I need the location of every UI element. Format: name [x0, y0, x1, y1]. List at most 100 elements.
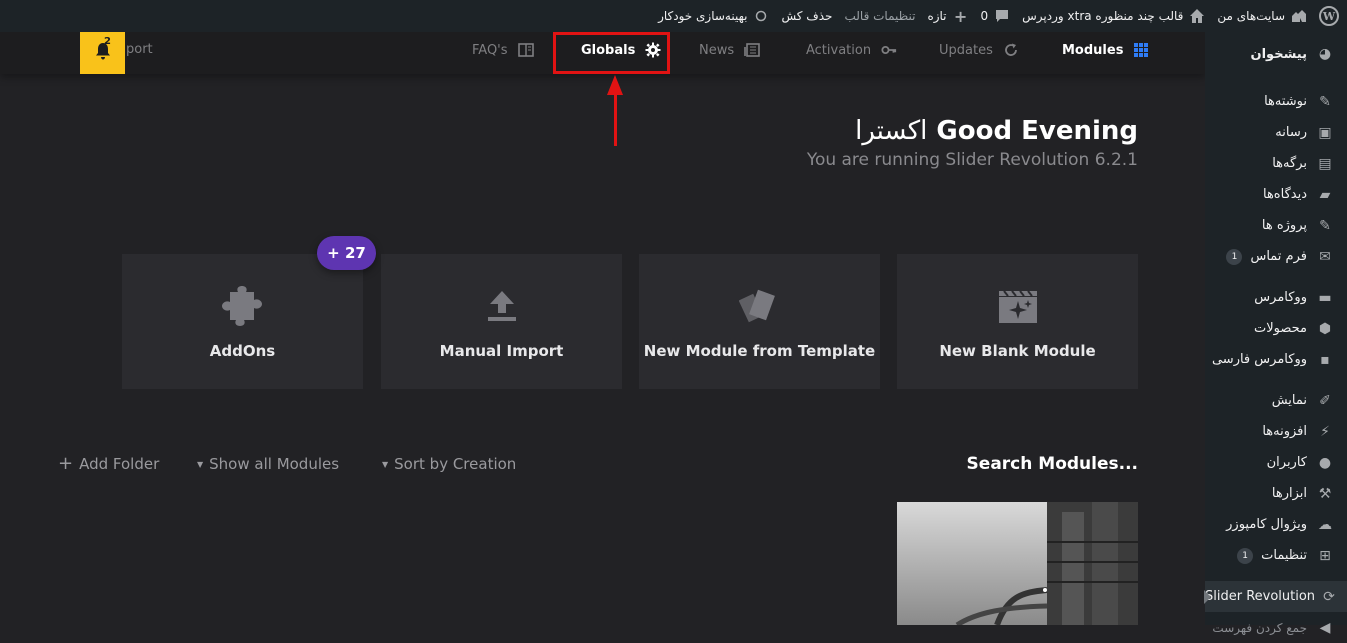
tab-news-label: News: [699, 42, 735, 58]
sidebar-item-label: افزونه‌ها: [1262, 424, 1307, 439]
sidebar-item-comments[interactable]: ▰ دیدگاه‌ها: [1205, 179, 1347, 210]
sidebar-item-tools[interactable]: ⚒ ابزارها: [1205, 478, 1347, 509]
sidebar-item-label: ووکامرس فارسی: [1211, 352, 1307, 367]
sidebar-item-products[interactable]: ⬢ محصولات: [1205, 313, 1347, 344]
page-icon: ▤: [1318, 155, 1332, 172]
site-name-item[interactable]: قالب چند منظوره xtra وردپرس: [1022, 8, 1205, 24]
user-icon: ●: [1318, 454, 1332, 471]
import-tab-fragment[interactable]: port: [126, 42, 153, 57]
addons-count-badge[interactable]: + 27: [317, 236, 376, 270]
purge-cache-item[interactable]: حذف کش: [781, 9, 832, 23]
sidebar-item-label: برگه‌ها: [1272, 156, 1307, 171]
sidebar-item-label: رسانه: [1275, 125, 1307, 140]
tab-news[interactable]: News: [699, 32, 760, 68]
greeting-text: Good Evening: [936, 116, 1138, 146]
sidebar-item-label: دیدگاه‌ها: [1262, 187, 1307, 202]
brush-icon: ✐: [1319, 392, 1331, 409]
blank-module-card[interactable]: New Blank Module: [897, 254, 1138, 389]
globals-highlight-box: [553, 32, 670, 74]
puzzle-icon: [221, 284, 265, 328]
new-content-label: تازه: [927, 9, 947, 23]
notifications-count: 2: [104, 36, 111, 47]
sidebar-item-label: ویژوال کامپوزر: [1226, 517, 1307, 532]
caret-down-icon: ▼: [197, 459, 204, 469]
tab-activation[interactable]: Activation: [806, 32, 897, 68]
wordpress-logo-icon: W: [1319, 6, 1339, 26]
circle-icon: [753, 8, 769, 24]
clapperboard-icon: [996, 284, 1040, 328]
sort-dropdown[interactable]: ▼ Sort by Creation: [382, 455, 516, 473]
settings-icon: ⊞: [1319, 547, 1331, 564]
show-all-dropdown[interactable]: ▼ Show all Modules: [197, 455, 339, 473]
sidebar-item-label: پیشخوان: [1250, 46, 1308, 62]
sidebar-item-label: نمایش: [1271, 393, 1307, 408]
theme-settings-label: تنظیمات قالب: [844, 9, 916, 23]
sidebar-item-slider-revolution[interactable]: ⟳ Slider Revolution: [1204, 581, 1347, 612]
tab-modules[interactable]: Modules: [1062, 32, 1149, 68]
theme-settings-item[interactable]: تنظیمات قالب: [844, 9, 915, 23]
blank-module-card-label: New Blank Module: [939, 342, 1096, 360]
addons-card[interactable]: AddOns: [122, 254, 363, 389]
add-folder-button[interactable]: + Add Folder: [58, 455, 160, 474]
refresh-icon: [1003, 42, 1019, 58]
template-card-label: New Module from Template: [643, 342, 876, 360]
wrench-icon: ⚒: [1318, 485, 1332, 502]
sidebar-item-woo-persian[interactable]: ▪ ووکامرس فارسی: [1205, 344, 1347, 375]
update-count-badge: 1: [1226, 248, 1243, 265]
plus-icon: +: [953, 6, 968, 26]
menu-separator: [1205, 571, 1347, 581]
user-name: اکسترا: [855, 116, 928, 146]
sidebar-item-pages[interactable]: ▤ برگه‌ها: [1205, 148, 1347, 179]
template-icon: [738, 284, 782, 328]
pin-icon: ✎: [1319, 93, 1331, 110]
sidebar-item-label: محصولات: [1254, 321, 1307, 336]
industrial-image: [897, 502, 1138, 625]
slider-icon: ⟳: [1323, 588, 1335, 605]
woo-fa-icon: ▪: [1320, 351, 1330, 368]
show-all-label: Show all Modules: [209, 455, 340, 473]
notifications-button[interactable]: 2: [80, 32, 125, 74]
sort-label: Sort by Creation: [394, 455, 517, 473]
comments-item[interactable]: 0: [981, 8, 1011, 24]
sidebar-item-label: ووکامرس: [1254, 290, 1307, 305]
sidebar-item-dashboard[interactable]: ◕ پیشخوان: [1205, 32, 1347, 76]
search-modules-input[interactable]: Search Modules...: [967, 454, 1138, 474]
module-thumbnail[interactable]: [897, 502, 1138, 625]
collapse-icon: ◀: [1319, 619, 1331, 636]
sidebar-item-media[interactable]: ▣ رسانه: [1205, 117, 1347, 148]
manual-import-card-label: Manual Import: [439, 342, 564, 360]
sidebar-item-plugins[interactable]: ⚡ افزونه‌ها: [1205, 416, 1347, 447]
add-folder-label: Add Folder: [79, 455, 160, 473]
sidebar-item-label: پروژه ها: [1261, 218, 1307, 233]
sidebar-item-appearance[interactable]: ✐ نمایش: [1205, 385, 1347, 416]
manual-import-card[interactable]: Manual Import: [381, 254, 622, 389]
sidebar-item-label: جمع کردن فهرست: [1212, 620, 1307, 635]
dashboard-icon: ◕: [1318, 46, 1332, 62]
sidebar-item-woocommerce[interactable]: ▬ ووکامرس: [1205, 282, 1347, 313]
sidebar-item-contact-form[interactable]: ✉ فرم تماس 1: [1205, 241, 1347, 272]
wp-logo-item[interactable]: W: [1319, 6, 1339, 26]
sidebar-item-settings[interactable]: ⊞ تنظیمات 1: [1205, 540, 1347, 571]
auto-optimize-item[interactable]: بهینه‌سازی خودکار: [658, 8, 769, 24]
sidebar-item-projects[interactable]: ✎ پروژه ها: [1205, 210, 1347, 241]
greeting-title: اکسترا Good Evening: [855, 116, 1138, 146]
woo-icon: ▬: [1318, 289, 1332, 306]
menu-separator: [1205, 272, 1347, 282]
sidebar-item-collapse-menu[interactable]: ◀ جمع کردن فهرست: [1205, 612, 1347, 643]
tab-updates[interactable]: Updates: [939, 32, 1019, 68]
key-icon: [881, 42, 897, 58]
pin-icon: ✎: [1319, 217, 1331, 234]
arrow-stem: [614, 92, 617, 146]
template-card[interactable]: New Module from Template: [639, 254, 880, 389]
my-sites-item[interactable]: سایت‌های من: [1217, 8, 1307, 24]
new-content-item[interactable]: + تازه: [927, 6, 968, 26]
tab-faqs[interactable]: FAQ's: [472, 32, 534, 68]
auto-optimize-label: بهینه‌سازی خودکار: [658, 9, 748, 23]
addons-card-label: AddOns: [209, 342, 276, 360]
menu-separator: [1205, 76, 1347, 86]
sidebar-item-posts[interactable]: ✎ نوشته‌ها: [1205, 86, 1347, 117]
grid-icon: [1133, 42, 1149, 58]
sidebar-item-visual-composer[interactable]: ☁ ویژوال کامپوزر: [1205, 509, 1347, 540]
upload-icon: [480, 284, 524, 328]
sidebar-item-users[interactable]: ● کاربران: [1205, 447, 1347, 478]
